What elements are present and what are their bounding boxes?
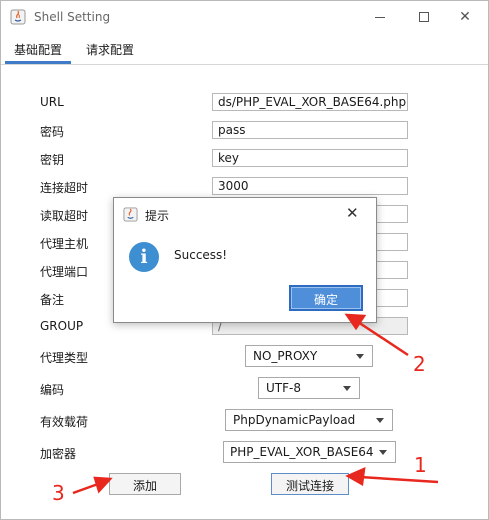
java-app-icon (123, 207, 138, 222)
secret-key-field[interactable]: key (212, 149, 408, 167)
cryption-select[interactable]: PHP_EVAL_XOR_BASE64 (223, 441, 396, 463)
title-bar: Shell Setting ✕ (1, 1, 488, 33)
close-icon: ✕ (459, 9, 471, 25)
encoding-value: UTF-8 (266, 381, 301, 395)
dialog-message: Success! (174, 248, 228, 262)
encoding-label: 编码 (40, 383, 65, 397)
chevron-down-icon (376, 418, 384, 423)
minimize-button[interactable] (360, 1, 400, 33)
url-field[interactable]: ds/PHP_EVAL_XOR_BASE64.php (212, 93, 408, 111)
payload-select[interactable]: PhpDynamicPayload (225, 409, 393, 431)
proxy-host-label: 代理主机 (40, 237, 89, 251)
remark-label: 备注 (40, 293, 65, 307)
connect-timeout-field[interactable]: 3000 (212, 177, 408, 195)
chevron-down-icon (343, 386, 351, 391)
proxy-type-select[interactable]: NO_PROXY (245, 345, 373, 367)
encoding-select[interactable]: UTF-8 (258, 377, 360, 399)
tab-bar: 基础配置 请求配置 (1, 34, 488, 64)
group-label: GROUP (40, 319, 84, 333)
shell-setting-window: Shell Setting ✕ 基础配置 请求配置 URL ds/PHP_EVA… (0, 0, 489, 520)
proxy-port-label: 代理端口 (40, 265, 89, 279)
cryption-value: PHP_EVAL_XOR_BASE64 (230, 445, 374, 459)
tab-request-config[interactable]: 请求配置 (77, 34, 143, 64)
annotation-number-2: 2 (413, 352, 426, 376)
dialog-close-icon[interactable]: ✕ (346, 204, 359, 222)
close-button[interactable]: ✕ (445, 1, 485, 33)
connect-timeout-label: 连接超时 (40, 181, 89, 195)
java-app-icon (10, 9, 26, 25)
secret-key-label: 密钥 (40, 153, 65, 167)
password-field[interactable]: pass (212, 121, 408, 139)
add-button[interactable]: 添加 (109, 473, 181, 495)
minimize-icon (375, 16, 385, 18)
tab-divider (1, 64, 488, 65)
password-label: 密码 (40, 125, 65, 139)
maximize-icon (419, 12, 429, 22)
annotation-number-3: 3 (52, 481, 65, 505)
proxy-type-value: NO_PROXY (253, 349, 318, 363)
chevron-down-icon (356, 354, 364, 359)
cryption-label: 加密器 (40, 447, 77, 461)
info-icon: i (129, 242, 159, 272)
ok-button[interactable]: 确定 (289, 285, 363, 311)
url-label: URL (40, 95, 64, 109)
message-dialog: 提示 ✕ i Success! 确定 (113, 197, 377, 323)
tab-basic-config[interactable]: 基础配置 (5, 34, 71, 64)
payload-label: 有效载荷 (40, 415, 89, 429)
annotation-number-1: 1 (414, 453, 427, 477)
read-timeout-label: 读取超时 (40, 209, 89, 223)
window-title: Shell Setting (34, 10, 111, 24)
chevron-down-icon (379, 450, 387, 455)
test-connection-button[interactable]: 测试连接 (271, 473, 349, 495)
payload-value: PhpDynamicPayload (233, 413, 356, 427)
maximize-button[interactable] (404, 1, 444, 33)
proxy-type-label: 代理类型 (40, 351, 89, 365)
dialog-title: 提示 (145, 209, 170, 223)
